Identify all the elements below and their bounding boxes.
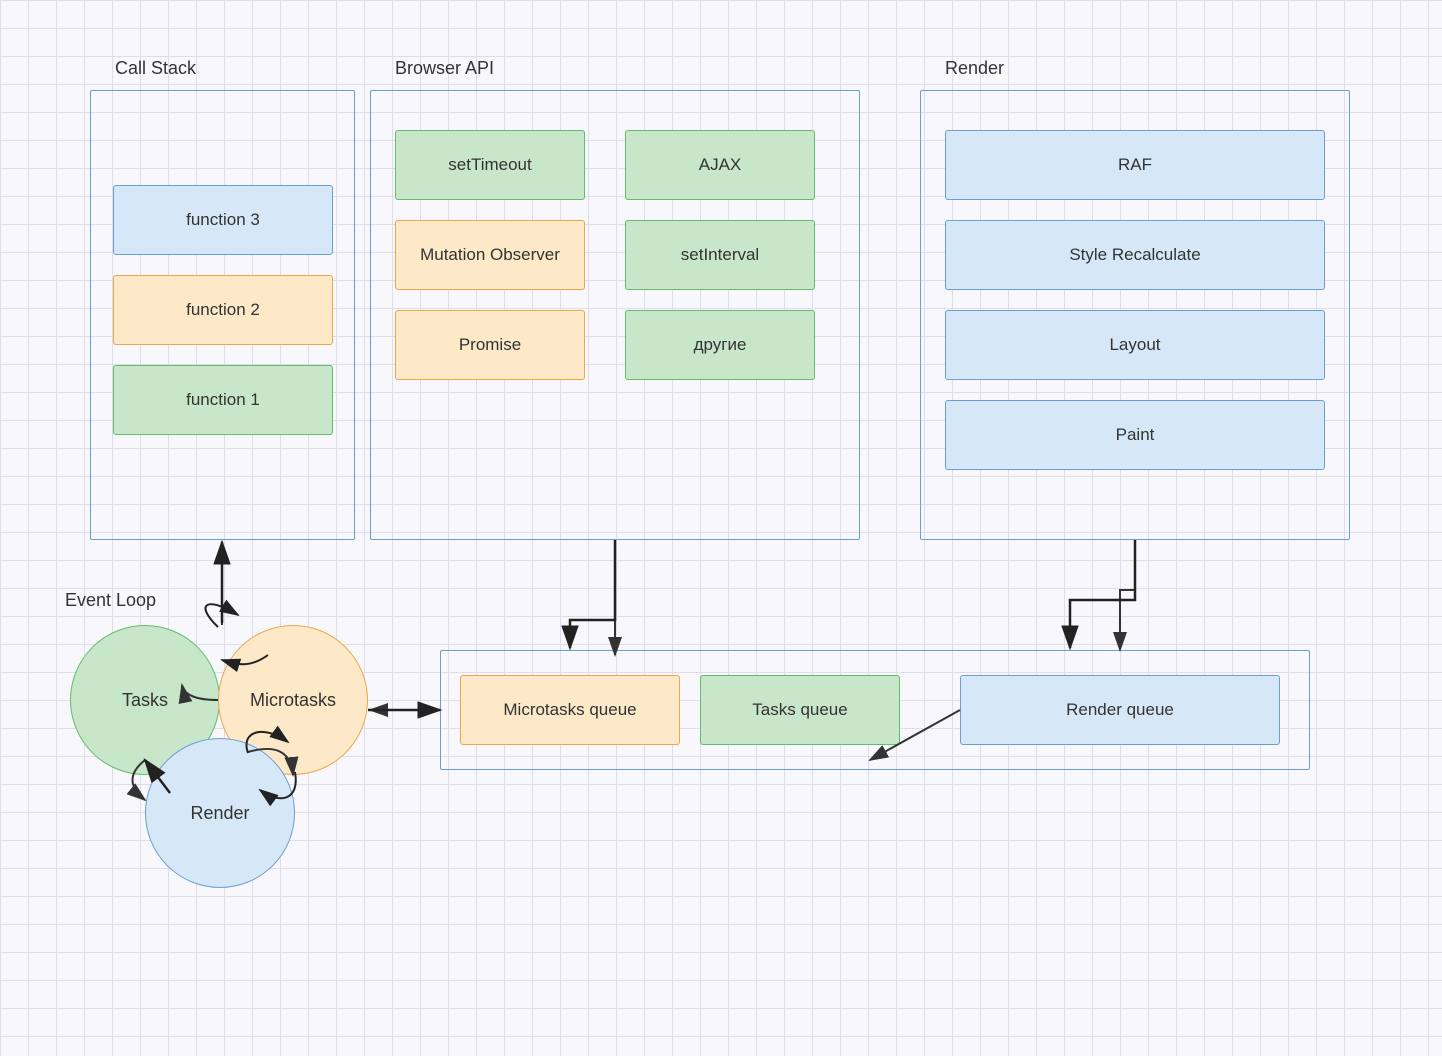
function1-label: function 1 [186,390,260,410]
event-loop-label: Event Loop [65,590,156,611]
function3-box: function 3 [113,185,333,255]
tasks-queue-box: Tasks queue [700,675,900,745]
style-recalculate-label: Style Recalculate [1069,245,1200,265]
layout-box: Layout [945,310,1325,380]
render-label: Render [945,58,1004,79]
drugie-box: другие [625,310,815,380]
style-recalculate-box: Style Recalculate [945,220,1325,290]
paint-label: Paint [1116,425,1155,445]
raf-label: RAF [1118,155,1152,175]
browser-api-label: Browser API [395,58,494,79]
call-stack-label: Call Stack [115,58,196,79]
microtasks-circle-label: Microtasks [250,690,336,711]
setTimeout-box: setTimeout [395,130,585,200]
raf-box: RAF [945,130,1325,200]
function2-box: function 2 [113,275,333,345]
promise-box: Promise [395,310,585,380]
paint-box: Paint [945,400,1325,470]
function1-box: function 1 [113,365,333,435]
render-circle: Render [145,738,295,888]
microtasks-queue-label: Microtasks queue [503,700,636,720]
drugie-label: другие [694,335,747,355]
tasks-circle-label: Tasks [122,690,168,711]
setInterval-box: setInterval [625,220,815,290]
ajax-label: AJAX [699,155,742,175]
promise-label: Promise [459,335,521,355]
diagram: Call Stack function 3 function 2 functio… [0,0,1442,1056]
setInterval-label: setInterval [681,245,759,265]
render-circle-label: Render [190,803,249,824]
render-queue-box: Render queue [960,675,1280,745]
setTimeout-label: setTimeout [448,155,531,175]
function2-label: function 2 [186,300,260,320]
function3-label: function 3 [186,210,260,230]
mutation-observer-box: Mutation Observer [395,220,585,290]
microtasks-queue-box: Microtasks queue [460,675,680,745]
mutation-observer-label: Mutation Observer [420,245,560,265]
render-queue-label: Render queue [1066,700,1174,720]
tasks-queue-label: Tasks queue [752,700,847,720]
ajax-box: AJAX [625,130,815,200]
layout-label: Layout [1109,335,1160,355]
